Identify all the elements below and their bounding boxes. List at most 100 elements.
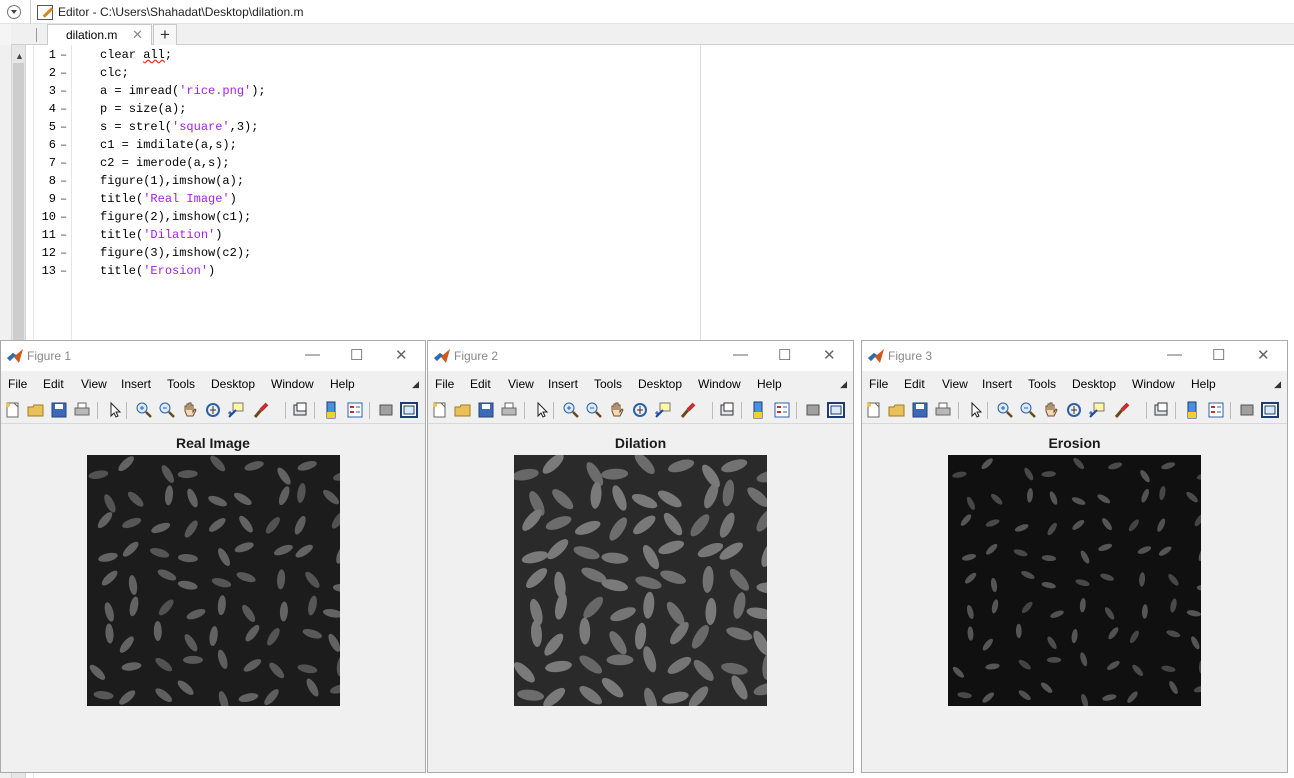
code-line[interactable]: 12 – figure(3),imshow(c2); (34, 246, 694, 264)
rice-image-axes[interactable] (948, 455, 1201, 706)
menu-view[interactable]: View (942, 377, 968, 391)
menu-file[interactable]: File (435, 377, 454, 391)
code-line[interactable]: 5 – s = strel('square',3); (34, 120, 694, 138)
menu-tools[interactable]: Tools (1028, 377, 1056, 391)
save-icon[interactable] (50, 401, 68, 419)
menu-edit[interactable]: Edit (904, 377, 925, 391)
menu-desktop[interactable]: Desktop (211, 377, 255, 391)
zoom-in-icon[interactable] (562, 401, 580, 419)
data-cursor-icon[interactable] (1088, 401, 1106, 419)
insert-colorbar-icon[interactable] (322, 401, 340, 419)
edit-plot-icon[interactable] (532, 401, 550, 419)
code-line[interactable]: 10 – figure(2),imshow(c1); (34, 210, 694, 228)
menu-tools[interactable]: Tools (594, 377, 622, 391)
open-file-icon[interactable] (454, 401, 472, 419)
save-icon[interactable] (477, 401, 495, 419)
print-icon[interactable] (73, 401, 91, 419)
open-file-icon[interactable] (888, 401, 906, 419)
close-icon[interactable]: ✕ (395, 346, 408, 364)
new-tab-button[interactable]: + (153, 24, 177, 45)
minimize-icon[interactable]: — (305, 346, 320, 363)
dock-figure-icon[interactable]: ◢ (1274, 379, 1281, 390)
breakpoint-dash[interactable]: – (60, 264, 67, 278)
edit-plot-icon[interactable] (966, 401, 984, 419)
show-plot-tools-icon[interactable] (400, 401, 418, 419)
menu-insert[interactable]: Insert (982, 377, 1012, 391)
save-icon[interactable] (911, 401, 929, 419)
code-area[interactable]: 1 – clear all; 2 – clc; 3 – a = imread('… (34, 46, 1294, 346)
rotate-3d-icon[interactable] (204, 401, 222, 419)
breakpoint-dash[interactable]: – (60, 210, 67, 224)
code-line[interactable]: 3 – a = imread('rice.png'); (34, 84, 694, 102)
tab-dilation-m[interactable]: dilation.m ✕ (47, 24, 152, 45)
breakpoint-dash[interactable]: – (60, 48, 67, 62)
zoom-out-icon[interactable] (1019, 401, 1037, 419)
link-plot-icon[interactable] (292, 401, 310, 419)
code-line[interactable]: 7 – c2 = imerode(a,s); (34, 156, 694, 174)
insert-legend-icon[interactable] (773, 401, 791, 419)
new-figure-icon[interactable] (4, 401, 22, 419)
close-icon[interactable]: ✕ (1257, 346, 1270, 364)
menu-insert[interactable]: Insert (121, 377, 151, 391)
hide-plot-tools-icon[interactable] (804, 401, 822, 419)
dock-figure-icon[interactable]: ◢ (412, 379, 419, 390)
show-plot-tools-icon[interactable] (827, 401, 845, 419)
breakpoint-dash[interactable]: – (60, 246, 67, 260)
data-cursor-icon[interactable] (654, 401, 672, 419)
zoom-in-icon[interactable] (996, 401, 1014, 419)
insert-colorbar-icon[interactable] (749, 401, 767, 419)
menu-help[interactable]: Help (1191, 377, 1216, 391)
minimize-icon[interactable]: — (733, 346, 748, 363)
open-file-icon[interactable] (27, 401, 45, 419)
menu-view[interactable]: View (508, 377, 534, 391)
insert-colorbar-icon[interactable] (1183, 401, 1201, 419)
scroll-up-icon[interactable]: ▲ (15, 51, 24, 61)
close-icon[interactable]: ✕ (823, 346, 836, 364)
maximize-icon[interactable]: ☐ (350, 346, 363, 364)
rice-image-axes[interactable] (514, 455, 767, 706)
menu-window[interactable]: Window (698, 377, 741, 391)
code-line[interactable]: 11 – title('Dilation') (34, 228, 694, 246)
menu-view[interactable]: View (81, 377, 107, 391)
breakpoint-dash[interactable]: – (60, 174, 67, 188)
brush-icon[interactable] (679, 401, 705, 419)
menu-tools[interactable]: Tools (167, 377, 195, 391)
zoom-in-icon[interactable] (135, 401, 153, 419)
menu-desktop[interactable]: Desktop (1072, 377, 1116, 391)
breakpoint-dash[interactable]: – (60, 228, 67, 242)
pan-icon[interactable] (608, 401, 626, 419)
collapse-panel-icon[interactable] (7, 5, 21, 19)
menu-insert[interactable]: Insert (548, 377, 578, 391)
minimize-icon[interactable]: — (1167, 346, 1182, 363)
link-plot-icon[interactable] (1153, 401, 1171, 419)
code-line[interactable]: 4 – p = size(a); (34, 102, 694, 120)
menu-file[interactable]: File (869, 377, 888, 391)
figure-title-bar[interactable]: Figure 1 — ☐ ✕ (1, 341, 425, 371)
menu-file[interactable]: File (8, 377, 27, 391)
breakpoint-dash[interactable]: – (60, 102, 67, 116)
pan-icon[interactable] (1042, 401, 1060, 419)
hide-plot-tools-icon[interactable] (1238, 401, 1256, 419)
code-line[interactable]: 2 – clc; (34, 66, 694, 84)
hide-plot-tools-icon[interactable] (377, 401, 395, 419)
figure-title-bar[interactable]: Figure 3 — ☐ ✕ (862, 341, 1287, 371)
breakpoint-dash[interactable]: – (60, 120, 67, 134)
breakpoint-dash[interactable]: – (60, 156, 67, 170)
insert-legend-icon[interactable] (346, 401, 364, 419)
new-figure-icon[interactable] (865, 401, 883, 419)
brush-icon[interactable] (1113, 401, 1139, 419)
pan-icon[interactable] (181, 401, 199, 419)
new-figure-icon[interactable] (431, 401, 449, 419)
code-line[interactable]: 1 – clear all; (34, 48, 694, 66)
edit-plot-icon[interactable] (105, 401, 123, 419)
maximize-icon[interactable]: ☐ (778, 346, 791, 364)
menu-window[interactable]: Window (271, 377, 314, 391)
figure-title-bar[interactable]: Figure 2 — ☐ ✕ (428, 341, 853, 371)
code-line[interactable]: 8 – figure(1),imshow(a); (34, 174, 694, 192)
breakpoint-dash[interactable]: – (60, 66, 67, 80)
code-line[interactable]: 13 – title('Erosion') (34, 264, 694, 282)
menu-edit[interactable]: Edit (43, 377, 64, 391)
menu-help[interactable]: Help (330, 377, 355, 391)
show-plot-tools-icon[interactable] (1261, 401, 1279, 419)
menu-edit[interactable]: Edit (470, 377, 491, 391)
